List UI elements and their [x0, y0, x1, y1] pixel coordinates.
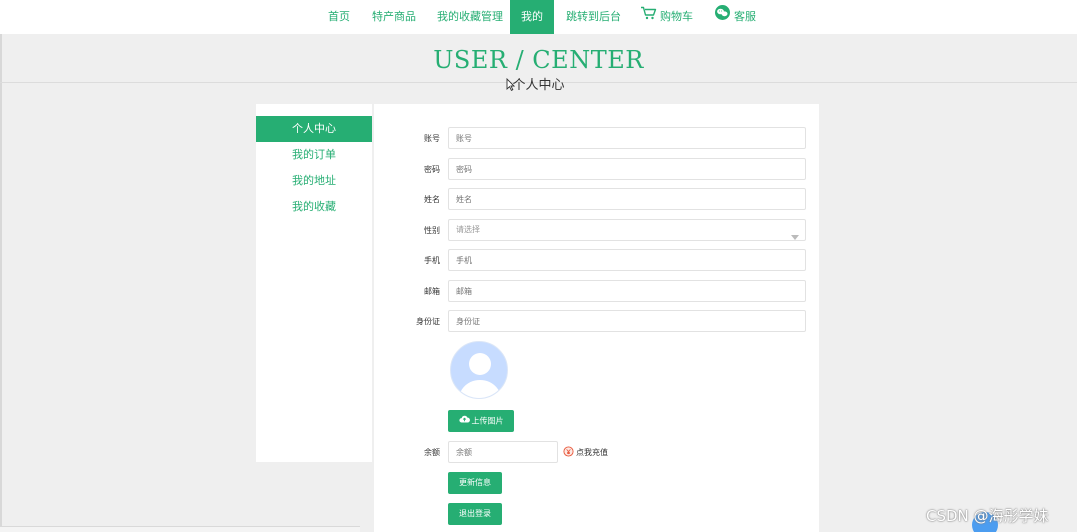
nav-item-cart[interactable]: 购物车 [640, 0, 693, 34]
sidebar-item-profile[interactable]: 个人中心 [256, 116, 372, 142]
field-label-phone: 手机 [424, 256, 440, 265]
nav-item-favorites-manage[interactable]: 我的收藏管理 [437, 0, 503, 34]
avatar [450, 341, 508, 399]
field-label-password: 密码 [424, 165, 440, 174]
sidebar-item-orders[interactable]: 我的订单 [256, 142, 372, 168]
nav-item-service[interactable]: 客服 [714, 0, 756, 34]
sidebar-item-favorites[interactable]: 我的收藏 [256, 194, 372, 220]
recharge-label: 点我充值 [576, 448, 608, 457]
field-label-email: 邮箱 [424, 287, 440, 296]
upload-image-button[interactable]: 上传图片 [448, 410, 514, 432]
recharge-icon [563, 446, 574, 459]
nav-item-home[interactable]: 首页 [328, 0, 350, 34]
bottom-scroll-strip [0, 526, 360, 532]
page-subtitle: 个人中心 [512, 78, 565, 93]
upload-image-label: 上传图片 [471, 416, 504, 426]
field-label-balance: 余额 [424, 448, 440, 457]
name-input[interactable] [448, 188, 806, 210]
gender-select[interactable]: 请选择 [448, 219, 806, 241]
phone-input[interactable] [448, 249, 806, 271]
sidebar: 个人中心 我的订单 我的地址 我的收藏 [256, 104, 372, 462]
sidebar-item-addresses[interactable]: 我的地址 [256, 168, 372, 194]
nav-item-mine[interactable]: 我的 [510, 0, 554, 34]
nav-item-products[interactable]: 特产商品 [372, 0, 416, 34]
recharge-link[interactable]: 点我充值 [563, 446, 608, 459]
nav-item-admin[interactable]: 跳转到后台 [566, 0, 621, 34]
field-label-account: 账号 [424, 134, 440, 143]
cart-icon [640, 0, 657, 34]
top-nav: 首页 特产商品 我的收藏管理 我的 跳转到后台 购物车 客服 [0, 0, 1077, 34]
field-label-gender: 性别 [424, 226, 440, 235]
password-input[interactable] [448, 158, 806, 180]
chevron-down-icon [791, 228, 799, 248]
logout-button[interactable]: 退出登录 [448, 503, 502, 525]
mouse-cursor-icon [506, 76, 516, 95]
nav-item-cart-label: 购物车 [660, 10, 693, 23]
user-placeholder-icon [458, 353, 502, 398]
cloud-upload-icon [458, 410, 470, 432]
field-label-name: 姓名 [424, 195, 440, 204]
watermark: CSDN @海彤学妹 [926, 507, 1049, 525]
account-input[interactable] [448, 127, 806, 149]
window-edge [0, 34, 2, 532]
balance-input[interactable] [448, 441, 558, 463]
page-title: USER / CENTER [433, 46, 644, 74]
gender-select-value: 请选择 [456, 225, 480, 234]
email-input[interactable] [448, 280, 806, 302]
id-card-input[interactable] [448, 310, 806, 332]
update-info-button[interactable]: 更新信息 [448, 472, 502, 494]
field-label-id-card: 身份证 [416, 317, 440, 326]
nav-item-service-label: 客服 [734, 10, 756, 23]
wechat-icon [714, 0, 731, 34]
